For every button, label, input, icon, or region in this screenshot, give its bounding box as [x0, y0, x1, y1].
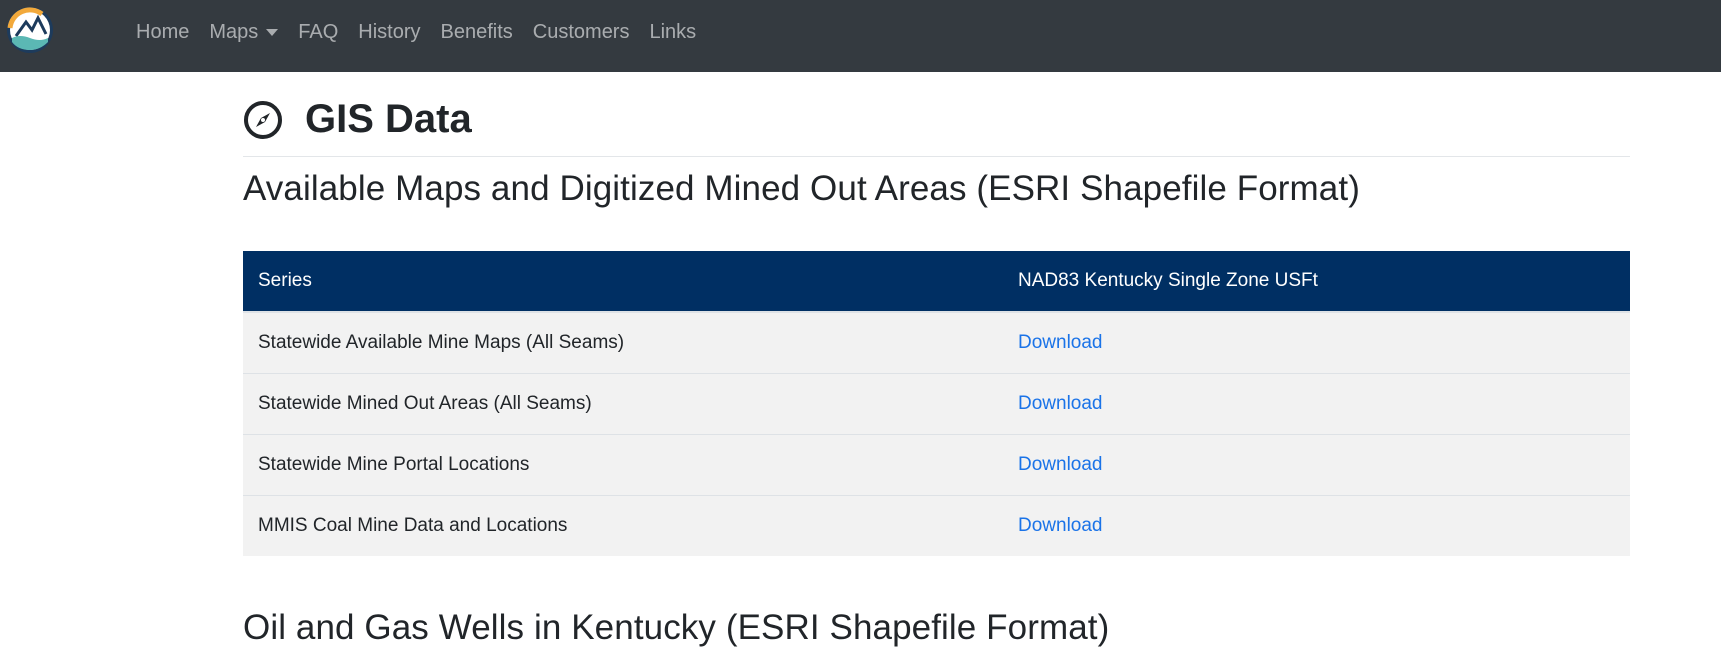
gis-data-table: Series NAD83 Kentucky Single Zone USFt S… — [243, 251, 1630, 556]
nav-history-link[interactable]: History — [348, 21, 430, 44]
compass-icon — [244, 101, 282, 139]
series-cell: MMIS Coal Mine Data and Locations — [243, 495, 1003, 556]
section-title-mine-maps: Available Maps and Digitized Mined Out A… — [243, 169, 1360, 208]
series-cell: Statewide Mine Portal Locations — [243, 434, 1003, 496]
column-header-series: Series — [243, 251, 1003, 313]
column-header-nad83: NAD83 Kentucky Single Zone USFt — [1003, 251, 1630, 313]
download-cell: Download — [1003, 373, 1630, 435]
table-row: Statewide Mined Out Areas (All Seams) Do… — [243, 373, 1630, 435]
download-cell: Download — [1003, 312, 1630, 374]
nav-links-link[interactable]: Links — [639, 21, 706, 44]
nav-customers-link[interactable]: Customers — [523, 21, 640, 44]
download-link[interactable]: Download — [1018, 393, 1103, 414]
nav-maps-label: Maps — [209, 20, 259, 43]
nav-home-link[interactable]: Home — [126, 21, 199, 44]
download-link[interactable]: Download — [1018, 454, 1103, 475]
download-cell: Download — [1003, 495, 1630, 556]
mountain-wave-logo-icon[interactable] — [6, 6, 54, 54]
series-cell: Statewide Available Mine Maps (All Seams… — [243, 312, 1003, 374]
top-navbar: Home Maps FAQ History Benefits Customers… — [0, 0, 1721, 72]
table-row: Statewide Mine Portal Locations Download — [243, 434, 1630, 496]
nav-maps-dropdown[interactable]: Maps — [199, 21, 288, 44]
table-row: Statewide Available Mine Maps (All Seams… — [243, 312, 1630, 374]
caret-down-icon — [266, 28, 279, 36]
series-cell: Statewide Mined Out Areas (All Seams) — [243, 373, 1003, 435]
nav-links: Home Maps FAQ History Benefits Customers… — [126, 21, 706, 44]
download-link[interactable]: Download — [1018, 515, 1103, 536]
table-header-row: Series NAD83 Kentucky Single Zone USFt — [243, 251, 1630, 313]
nav-benefits-link[interactable]: Benefits — [431, 21, 523, 44]
page-header: GIS Data — [243, 90, 1630, 157]
download-cell: Download — [1003, 434, 1630, 496]
main-content: GIS Data Available Maps and Digitized Mi… — [243, 72, 1630, 648]
section-title-oil-gas-wells: Oil and Gas Wells in Kentucky (ESRI Shap… — [243, 608, 1110, 647]
page-title: GIS Data — [305, 96, 472, 141]
nav-faq-link[interactable]: FAQ — [288, 21, 348, 44]
download-link[interactable]: Download — [1018, 332, 1103, 353]
table-row: MMIS Coal Mine Data and Locations Downlo… — [243, 495, 1630, 556]
